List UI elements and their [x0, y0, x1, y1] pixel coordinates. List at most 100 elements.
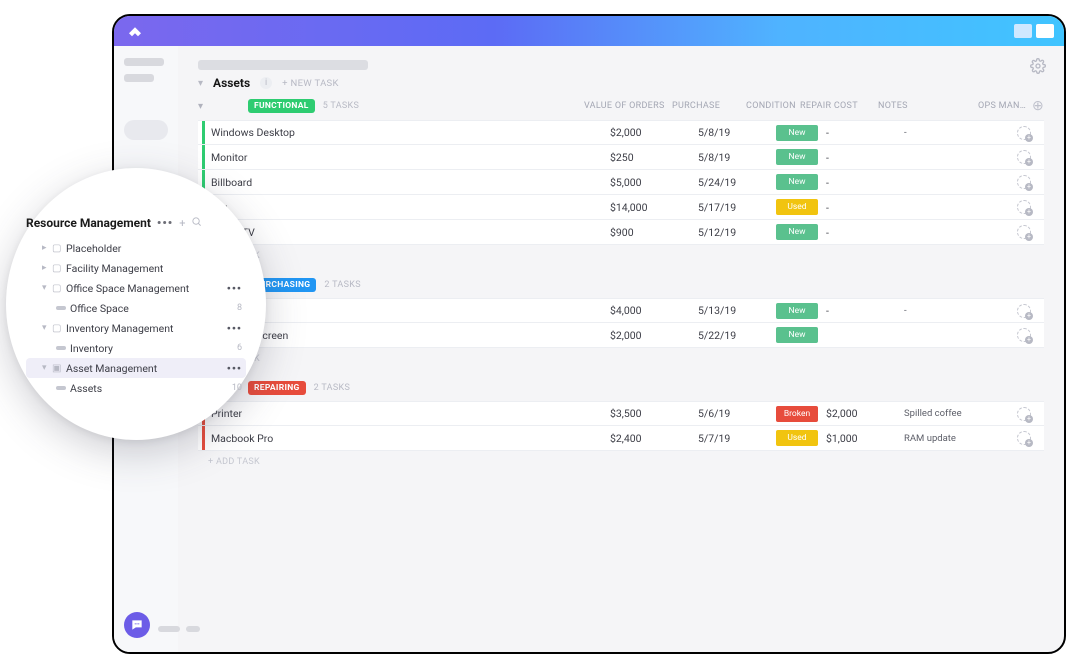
add-task-button[interactable]: + ADD TASK [198, 348, 1044, 376]
search-input[interactable] [124, 120, 168, 140]
cell-ops[interactable] [1004, 407, 1044, 421]
chevron-icon[interactable]: ▾ [42, 323, 52, 333]
cell-condition[interactable]: New [768, 174, 826, 190]
status-group-label[interactable]: REPAIRING [248, 381, 306, 395]
chevron-icon[interactable]: ▾ [42, 363, 52, 373]
cell-repair[interactable]: $2,000 [826, 407, 904, 420]
cell-ops[interactable] [1004, 225, 1044, 239]
assignee-add-icon[interactable] [1017, 225, 1031, 239]
task-name[interactable]: Smart TV [205, 226, 610, 239]
tree-folder-row[interactable]: ▾ ▢ Inventory Management ••• [26, 318, 246, 338]
cell-purchase[interactable]: 5/13/19 [698, 304, 768, 317]
cell-purchase[interactable]: 5/7/19 [698, 432, 768, 445]
column-header-ops[interactable]: OPS MAN… [978, 101, 1032, 111]
task-row[interactable]: Projector Screen $2,000 5/22/19 New [198, 323, 1044, 348]
cell-ops[interactable] [1004, 304, 1044, 318]
task-name[interactable]: Macbook Pro [205, 432, 610, 445]
info-icon[interactable]: i [260, 77, 272, 89]
tree-more-icon[interactable]: ••• [157, 216, 173, 230]
cell-repair[interactable]: - [826, 151, 904, 164]
cell-ops[interactable] [1004, 328, 1044, 342]
cell-ops[interactable] [1004, 431, 1044, 445]
chevron-icon[interactable]: ▸ [42, 263, 52, 273]
cell-repair[interactable]: - [826, 201, 904, 214]
tree-add-icon[interactable]: + [179, 217, 185, 230]
cell-condition[interactable]: New [768, 149, 826, 165]
cell-purchase[interactable]: 5/17/19 [698, 201, 768, 214]
cell-condition[interactable]: New [768, 303, 826, 319]
column-header-condition[interactable]: CONDITION [742, 101, 800, 111]
chat-button[interactable] [124, 612, 150, 638]
cell-notes[interactable]: - [904, 305, 1004, 316]
tree-folder-row[interactable]: ▾ ▢ Office Space Management ••• [26, 278, 246, 298]
cell-condition[interactable]: New [768, 125, 826, 141]
chevron-icon[interactable]: ▸ [42, 243, 52, 253]
cell-condition[interactable]: Broken [768, 406, 826, 422]
task-name[interactable]: Billboard [205, 176, 610, 189]
tree-list-row[interactable]: Inventory 6 [26, 338, 246, 358]
cell-repair[interactable]: - [826, 226, 904, 239]
assignee-add-icon[interactable] [1017, 126, 1031, 140]
cell-notes[interactable]: - [904, 127, 1004, 138]
cell-value[interactable]: $250 [610, 151, 698, 164]
cell-condition[interactable]: New [768, 224, 826, 240]
cell-purchase[interactable]: 5/6/19 [698, 407, 768, 420]
tree-space-title[interactable]: Resource Management [26, 216, 151, 230]
new-task-button[interactable]: + NEW TASK [282, 78, 339, 89]
assignee-add-icon[interactable] [1017, 150, 1031, 164]
cell-ops[interactable] [1004, 126, 1044, 140]
window-min-button[interactable] [1014, 24, 1032, 38]
column-header-value[interactable]: VALUE OF ORDERS [584, 101, 672, 111]
status-group-label[interactable]: FUNCTIONAL [248, 99, 315, 113]
cell-value[interactable]: $14,000 [610, 201, 698, 214]
cell-condition[interactable]: Used [768, 430, 826, 446]
column-header-purchase[interactable]: PURCHASE [672, 101, 742, 111]
cell-ops[interactable] [1004, 175, 1044, 189]
tree-folder-row[interactable]: ▸ ▢ Facility Management [26, 258, 246, 278]
assignee-add-icon[interactable] [1017, 200, 1031, 214]
cell-purchase[interactable]: 5/24/19 [698, 176, 768, 189]
task-row[interactable]: Macbook Pro $2,400 5/7/19 Used $1,000 RA… [198, 426, 1044, 451]
cell-value[interactable]: $2,000 [610, 126, 698, 139]
task-name[interactable]: Windows Desktop [205, 126, 610, 139]
task-row[interactable]: Billboard $5,000 5/24/19 New - [198, 170, 1044, 195]
cell-repair[interactable]: - [826, 176, 904, 189]
assignee-add-icon[interactable] [1017, 304, 1031, 318]
cell-notes[interactable]: Spilled coffee [904, 408, 1004, 419]
tree-more-icon[interactable]: ••• [227, 322, 242, 335]
tree-more-icon[interactable]: ••• [227, 362, 242, 375]
cell-value[interactable]: $900 [610, 226, 698, 239]
cell-repair[interactable]: - [826, 304, 904, 317]
cell-purchase[interactable]: 5/12/19 [698, 226, 768, 239]
add-task-button[interactable]: + ADD TASK [198, 451, 1044, 479]
task-row[interactable]: Windows Desktop $2,000 5/8/19 New - - [198, 120, 1044, 145]
cell-condition[interactable]: New [768, 327, 826, 343]
cell-purchase[interactable]: 5/8/19 [698, 151, 768, 164]
task-row[interactable]: Projector $4,000 5/13/19 New - - [198, 298, 1044, 323]
cell-purchase[interactable]: 5/22/19 [698, 329, 768, 342]
cell-repair[interactable]: - [826, 126, 904, 139]
task-name[interactable]: Car [205, 201, 610, 214]
column-header-notes[interactable]: NOTES [878, 101, 978, 111]
task-row[interactable]: Monitor $250 5/8/19 New - [198, 145, 1044, 170]
tree-folder-row[interactable]: ▸ ▢ Placeholder [26, 238, 246, 258]
column-header-repair[interactable]: REPAIR COST [800, 101, 878, 111]
cell-ops[interactable] [1004, 150, 1044, 164]
task-row[interactable]: Printer $3,500 5/6/19 Broken $2,000 Spil… [198, 401, 1044, 426]
task-name[interactable]: Projector Screen [205, 329, 610, 342]
assignee-add-icon[interactable] [1017, 407, 1031, 421]
cell-purchase[interactable]: 5/8/19 [698, 126, 768, 139]
cell-value[interactable]: $4,000 [610, 304, 698, 317]
cell-notes[interactable]: RAM update [904, 433, 1004, 444]
add-task-button[interactable]: + ADD TASK [198, 245, 1044, 273]
cell-value[interactable]: $2,400 [610, 432, 698, 445]
task-name[interactable]: Printer [205, 407, 610, 420]
tree-search-icon[interactable] [191, 216, 202, 230]
task-row[interactable]: Smart TV $900 5/12/19 New - [198, 220, 1044, 245]
cell-repair[interactable]: $1,000 [826, 432, 904, 445]
tree-list-row[interactable]: Assets 10 [26, 378, 246, 398]
assignee-add-icon[interactable] [1017, 175, 1031, 189]
tree-more-icon[interactable]: ••• [227, 282, 242, 295]
chevron-icon[interactable]: ▾ [42, 283, 52, 293]
assignee-add-icon[interactable] [1017, 431, 1031, 445]
